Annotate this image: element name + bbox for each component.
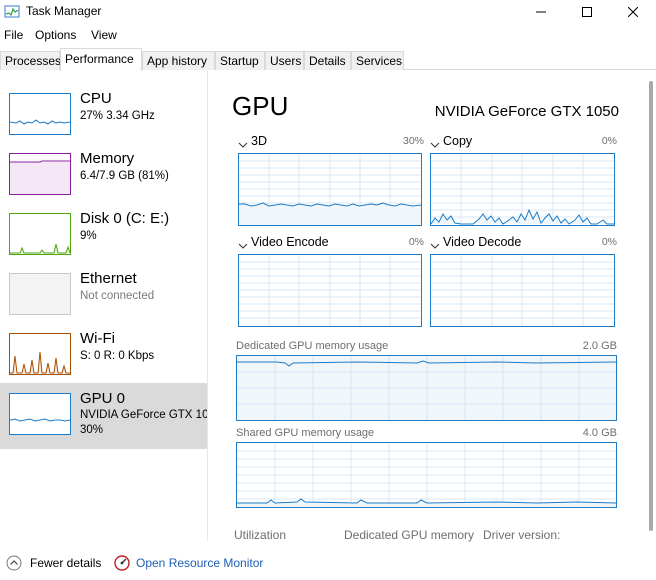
- page-title: GPU: [232, 91, 289, 121]
- sidebar-item-title: Disk 0 (C: E:): [80, 210, 170, 227]
- dedicated-memory-stat-label: Dedicated GPU memory: [344, 528, 475, 542]
- tab-performance[interactable]: Performance: [60, 48, 142, 71]
- tab-services[interactable]: Services: [351, 51, 404, 70]
- gpu-model-name: NVIDIA GeForce GTX 1050: [434, 103, 619, 120]
- chevron-down-icon[interactable]: [238, 138, 248, 148]
- cpu-thumbnail-graph: [9, 93, 71, 135]
- close-button[interactable]: [610, 0, 656, 24]
- sidebar-item-title: Ethernet: [80, 270, 137, 287]
- chevron-down-icon[interactable]: [238, 239, 248, 249]
- sidebar-item-wifi[interactable]: Wi-Fi S: 0 R: 0 Kbps: [0, 323, 207, 383]
- shared-memory-graph: [236, 442, 617, 508]
- wifi-thumbnail-graph: [9, 333, 71, 375]
- task-manager-icon: [4, 4, 20, 20]
- window-title: Task Manager: [26, 4, 102, 18]
- engine-3d-percent: 30%: [402, 135, 424, 147]
- resource-monitor-icon: [114, 555, 130, 571]
- sidebar-item-title: Memory: [80, 150, 135, 167]
- menu-options[interactable]: Options: [35, 28, 76, 42]
- engine-video-decode-percent: 0%: [601, 236, 617, 248]
- open-resource-monitor-link[interactable]: Open Resource Monitor: [136, 556, 263, 570]
- engine-copy-percent: 0%: [601, 135, 617, 147]
- chevron-down-icon[interactable]: [430, 138, 440, 148]
- dedicated-memory-max: 2.0 GB: [582, 340, 617, 352]
- tab-bar: Processes Performance App history Startu…: [0, 48, 656, 71]
- gpu-detail-panel: GPU NVIDIA GeForce GTX 1050 3D 30% Copy …: [209, 71, 656, 542]
- vertical-scrollbar[interactable]: [646, 71, 656, 541]
- tab-users[interactable]: Users: [265, 51, 304, 70]
- tab-details[interactable]: Details: [304, 51, 351, 70]
- shared-memory-max: 4.0 GB: [582, 427, 617, 439]
- menu-file[interactable]: File: [4, 28, 23, 42]
- sidebar-item-title: CPU: [80, 90, 112, 107]
- gpu-thumbnail-graph: [9, 393, 71, 435]
- engine-copy-graph: [430, 153, 615, 226]
- sidebar-item-memory[interactable]: Memory 6.4/7.9 GB (81%): [0, 143, 207, 203]
- engine-3d-graph: [238, 153, 422, 226]
- sidebar-item-cpu[interactable]: CPU 27% 3.34 GHz: [0, 83, 207, 143]
- ethernet-thumbnail-graph: [9, 273, 71, 315]
- engine-video-encode-percent: 0%: [408, 236, 424, 248]
- scrollbar-thumb[interactable]: [649, 81, 653, 531]
- disk-thumbnail-graph: [9, 213, 71, 255]
- dedicated-memory-label: Dedicated GPU memory usage: [236, 340, 389, 352]
- sidebar-item-subtitle: 6.4/7.9 GB (81%): [80, 170, 169, 182]
- chevron-up-icon[interactable]: [6, 555, 22, 571]
- sidebar-item-disk-0[interactable]: Disk 0 (C: E:) 9%: [0, 203, 207, 263]
- engine-video-encode-graph: [238, 254, 422, 327]
- menu-view[interactable]: View: [91, 28, 117, 42]
- sidebar-item-subtitle: S: 0 R: 0 Kbps: [80, 350, 155, 362]
- title-bar: Task Manager: [0, 0, 656, 24]
- sidebar-item-title: Wi-Fi: [80, 330, 115, 347]
- footer-bar: Fewer details Open Resource Monitor: [0, 545, 656, 580]
- menu-bar: File Options View: [0, 25, 656, 45]
- sidebar-item-gpu-0[interactable]: GPU 0 NVIDIA GeForce GTX 1050 30%: [0, 383, 207, 449]
- chevron-down-icon[interactable]: [430, 239, 440, 249]
- engine-3d-label[interactable]: 3D: [251, 134, 267, 148]
- engine-video-encode-label[interactable]: Video Encode: [251, 235, 329, 249]
- sidebar-item-utilization: 30%: [80, 424, 104, 436]
- sidebar-item-subtitle: Not connected: [80, 290, 155, 302]
- sidebar-item-ethernet[interactable]: Ethernet Not connected: [0, 263, 207, 323]
- sidebar-item-subtitle: NVIDIA GeForce GTX 1050: [80, 409, 207, 421]
- sidebar-item-subtitle: 27% 3.34 GHz: [80, 110, 155, 122]
- tab-app-history[interactable]: App history: [142, 51, 215, 70]
- dedicated-memory-graph: [236, 355, 617, 421]
- resource-sidebar: CPU 27% 3.34 GHz Memory 6.4/7.9 GB (81%)…: [0, 71, 208, 541]
- tab-startup[interactable]: Startup: [215, 51, 265, 70]
- fewer-details-link[interactable]: Fewer details: [30, 556, 101, 570]
- tab-processes[interactable]: Processes: [0, 51, 61, 70]
- sidebar-item-subtitle: 9%: [80, 230, 97, 242]
- utilization-label: Utilization: [234, 528, 287, 542]
- engine-video-decode-label[interactable]: Video Decode: [443, 235, 521, 249]
- shared-memory-label: Shared GPU memory usage: [236, 427, 375, 439]
- engine-video-decode-graph: [430, 254, 615, 327]
- engine-copy-label[interactable]: Copy: [443, 134, 472, 148]
- driver-version-label: Driver version:: [483, 528, 561, 542]
- maximize-button[interactable]: [564, 0, 610, 24]
- sidebar-item-title: GPU 0: [80, 390, 126, 407]
- minimize-button[interactable]: [518, 0, 564, 24]
- memory-thumbnail-graph: [9, 153, 71, 195]
